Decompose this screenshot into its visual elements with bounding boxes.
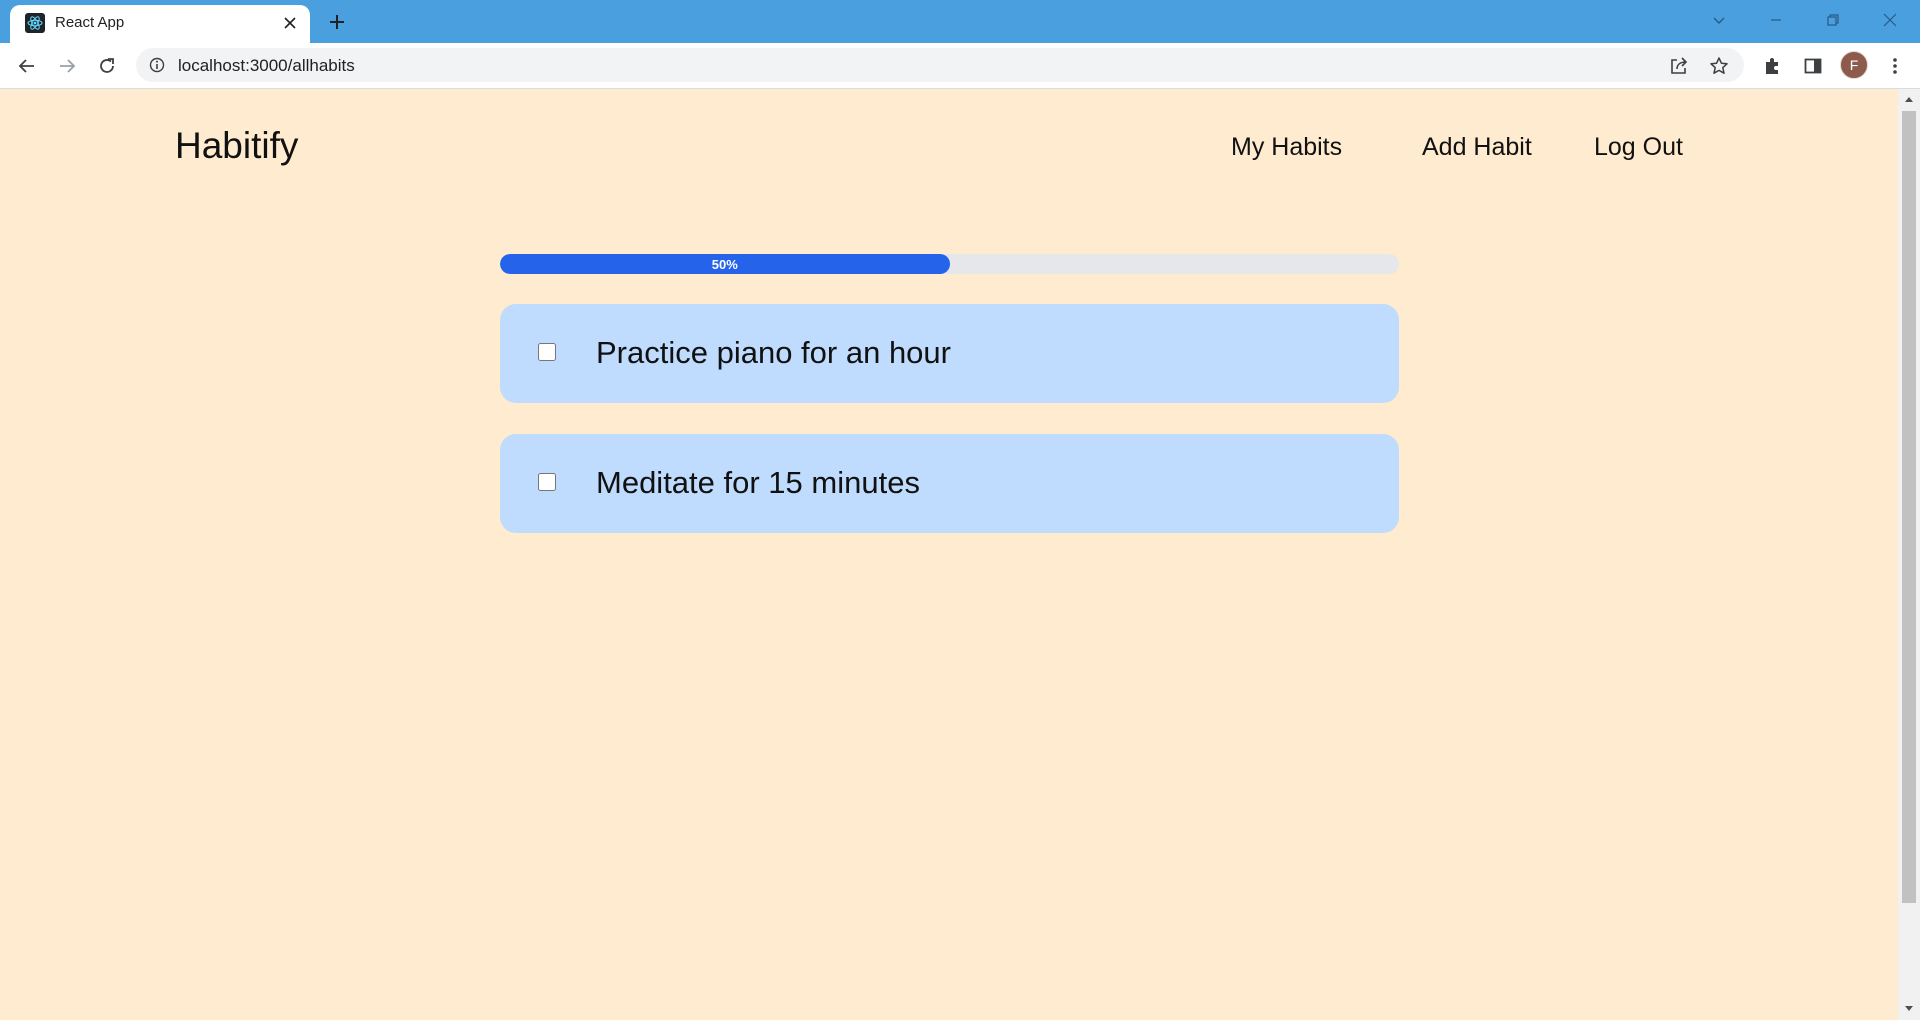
brand-logo[interactable]: Habitify bbox=[175, 125, 298, 167]
arrow-left-icon[interactable] bbox=[12, 51, 42, 81]
nav-add-habit[interactable]: Add Habit bbox=[1422, 133, 1532, 162]
scrollbar-thumb[interactable] bbox=[1902, 111, 1916, 903]
close-tab-icon[interactable] bbox=[280, 13, 300, 33]
title-bar: React App bbox=[0, 0, 1920, 43]
page-scrollbar[interactable] bbox=[1898, 89, 1920, 1020]
avatar[interactable]: F bbox=[1840, 51, 1868, 79]
habit-checkbox[interactable] bbox=[538, 343, 556, 361]
share-icon[interactable] bbox=[1668, 55, 1690, 77]
restore-icon[interactable] bbox=[1819, 6, 1847, 34]
scroll-down-arrow-icon[interactable] bbox=[1898, 1001, 1920, 1017]
habit-label: Meditate for 15 minutes bbox=[596, 465, 920, 500]
address-bar[interactable]: localhost:3000/allhabits bbox=[136, 48, 1744, 82]
progress-fill: 50% bbox=[500, 254, 950, 274]
info-icon[interactable] bbox=[148, 56, 166, 74]
page-content: Habitify My Habits Add Habit Log Out 50%… bbox=[0, 89, 1898, 1020]
scroll-up-arrow-icon[interactable] bbox=[1898, 91, 1920, 107]
puzzle-icon[interactable] bbox=[1759, 53, 1785, 79]
new-tab-icon[interactable] bbox=[325, 10, 349, 34]
nav-log-out[interactable]: Log Out bbox=[1594, 133, 1683, 162]
kebab-menu-icon[interactable] bbox=[1882, 53, 1908, 79]
url-text: localhost:3000/allhabits bbox=[178, 56, 355, 75]
habit-card: Practice piano for an hour bbox=[500, 304, 1399, 403]
close-window-icon[interactable] bbox=[1876, 6, 1904, 34]
reload-icon[interactable] bbox=[92, 51, 122, 81]
browser-tab[interactable]: React App bbox=[10, 5, 310, 43]
browser-toolbar: localhost:3000/allhabits F bbox=[0, 43, 1920, 89]
progress-bar: 50% bbox=[500, 254, 1399, 274]
browser-window: React App localhost:3000/allhabits F Hab… bbox=[0, 0, 1920, 1020]
habit-label: Practice piano for an hour bbox=[596, 335, 951, 370]
react-logo-icon bbox=[25, 13, 45, 33]
star-icon[interactable] bbox=[1708, 55, 1730, 77]
habit-card: Meditate for 15 minutes bbox=[500, 434, 1399, 533]
nav-my-habits[interactable]: My Habits bbox=[1231, 133, 1342, 162]
progress-label: 50% bbox=[711, 256, 738, 272]
tab-search-chevron-icon[interactable] bbox=[1705, 6, 1733, 34]
tab-title: React App bbox=[55, 14, 125, 31]
habit-checkbox[interactable] bbox=[538, 473, 556, 491]
side-panel-icon[interactable] bbox=[1800, 53, 1826, 79]
arrow-right-icon[interactable] bbox=[52, 51, 82, 81]
minimize-icon[interactable] bbox=[1762, 6, 1790, 34]
